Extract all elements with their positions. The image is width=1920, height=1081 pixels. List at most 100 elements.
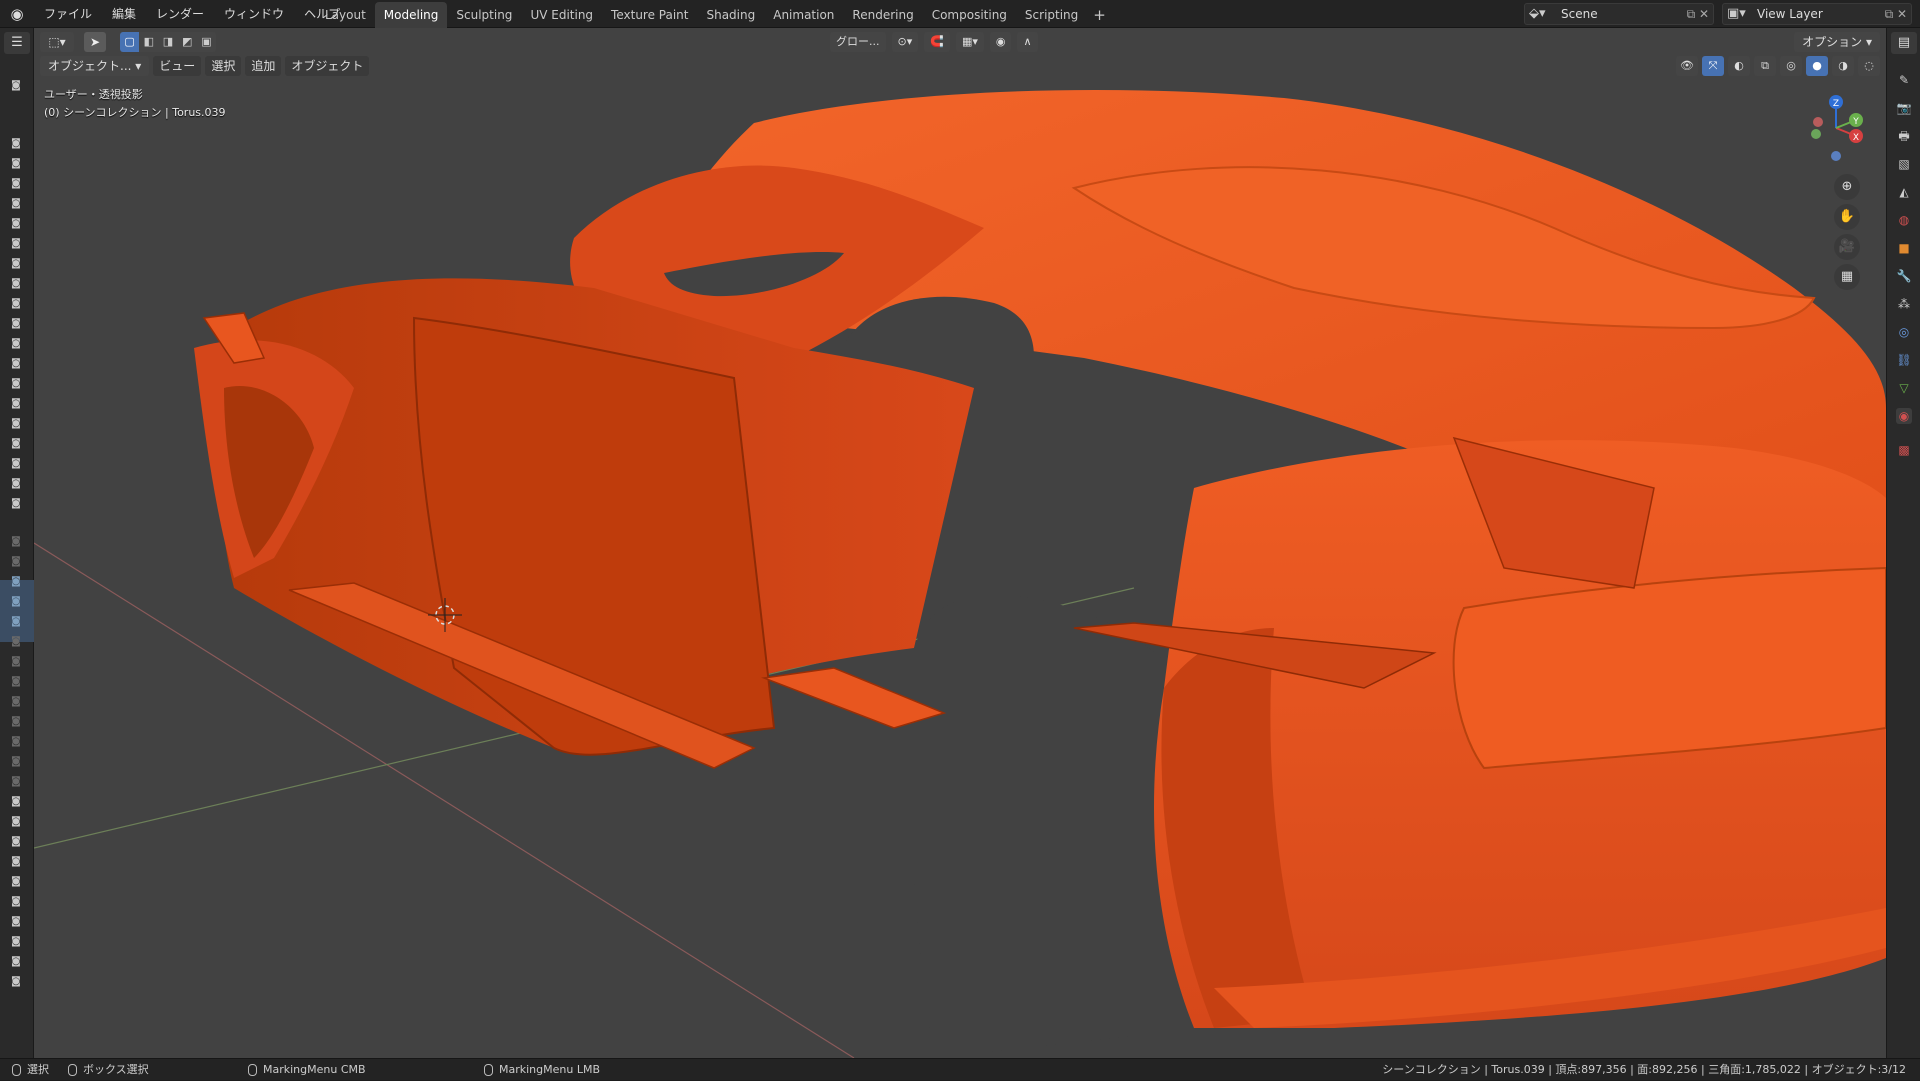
texture-tab-icon[interactable]: ▩ (1896, 442, 1912, 458)
properties-editor-icon[interactable]: ▤ (1891, 32, 1917, 54)
render-toggle-icon[interactable]: ◙ (8, 238, 24, 250)
render-toggle-icon[interactable]: ◙ (8, 676, 24, 688)
render-toggle-icon[interactable]: ◙ (8, 756, 24, 768)
render-toggle-icon[interactable]: ◙ (8, 736, 24, 748)
render-toggle-icon[interactable]: ◙ (8, 776, 24, 788)
render-toggle-icon[interactable]: ◙ (8, 218, 24, 230)
mode-dropdown[interactable]: オブジェクト... ▾ (40, 56, 150, 76)
render-toggle-icon[interactable]: ◙ (8, 936, 24, 948)
render-toggle-icon[interactable]: ◙ (8, 556, 24, 568)
render-toggle-icon[interactable]: ◙ (8, 716, 24, 728)
ortho-grid-icon[interactable]: ▦ (1834, 264, 1860, 290)
world-tab-icon[interactable]: ◍ (1896, 212, 1912, 228)
render-toggle-icon[interactable]: ◙ (8, 458, 24, 470)
particles-tab-icon[interactable]: ⁂ (1896, 296, 1912, 312)
select-subtract-icon[interactable]: ◨ (158, 32, 177, 52)
render-toggle-icon[interactable]: ◙ (8, 358, 24, 370)
render-toggle-icon[interactable]: ◙ (8, 498, 24, 510)
add-workspace-button[interactable]: + (1087, 2, 1112, 28)
menu-file[interactable]: ファイル (34, 0, 102, 28)
pivot-point-icon[interactable]: ⊙▾ (891, 32, 919, 52)
material-shading-icon[interactable]: ◑ (1832, 56, 1854, 76)
render-toggle-icon[interactable]: ◙ (8, 418, 24, 430)
proportional-edit-icon[interactable]: ◉ (989, 32, 1012, 52)
tab-layout[interactable]: Layout (316, 2, 375, 28)
tab-compositing[interactable]: Compositing (923, 2, 1016, 28)
snap-target-icon[interactable]: ▦▾ (955, 32, 984, 52)
physics-tab-icon[interactable]: ◎ (1896, 324, 1912, 340)
render-toggle-icon[interactable]: ◙ (8, 976, 24, 988)
render-toggle-icon[interactable]: ◙ (8, 258, 24, 270)
render-toggle-icon[interactable]: ◙ (8, 576, 24, 588)
options-dropdown[interactable]: オプション ▾ (1794, 32, 1880, 52)
visibility-icon[interactable]: 👁 (1676, 56, 1698, 76)
view-layer-tab-icon[interactable]: ▧ (1896, 156, 1912, 172)
render-toggle-icon[interactable]: ◙ (8, 298, 24, 310)
tab-animation[interactable]: Animation (764, 2, 843, 28)
select-tool-icon[interactable]: ➤ (84, 32, 106, 52)
tab-modeling[interactable]: Modeling (374, 2, 448, 28)
solid-shading-icon[interactable]: ● (1806, 56, 1828, 76)
render-toggle-icon[interactable]: ◙ (8, 636, 24, 648)
editor-type-button[interactable]: ⬚▾ (40, 32, 74, 52)
render-toggle-icon[interactable]: ◙ (8, 278, 24, 290)
menu-edit[interactable]: 編集 (102, 0, 146, 28)
render-tab-icon[interactable]: 📷 (1896, 100, 1912, 116)
menu-object[interactable]: オブジェクト (285, 56, 370, 76)
render-toggle-icon[interactable]: ◙ (8, 158, 24, 170)
menu-view[interactable]: ビュー (153, 56, 202, 76)
xray-toggle-icon[interactable]: ⧉ (1754, 56, 1776, 76)
output-tab-icon[interactable]: 🖶 (1896, 128, 1912, 144)
modifier-tab-icon[interactable]: 🔧 (1896, 268, 1912, 284)
render-toggle-icon[interactable]: ◙ (8, 656, 24, 668)
render-toggle-icon[interactable]: ◙ (8, 696, 24, 708)
tab-scripting[interactable]: Scripting (1016, 2, 1087, 28)
object-tab-icon[interactable]: ■ (1896, 240, 1912, 256)
snap-toggle-icon[interactable]: 🧲 (924, 32, 950, 52)
render-toggle-icon[interactable]: ◙ (8, 318, 24, 330)
gizmo-neg-x[interactable] (1813, 117, 1823, 127)
select-new-icon[interactable]: ▢ (120, 32, 140, 52)
pan-hand-icon[interactable]: ✋ (1834, 204, 1860, 230)
render-toggle-icon[interactable]: ◙ (8, 536, 24, 548)
render-toggle-icon[interactable]: ◙ (8, 338, 24, 350)
tab-shading[interactable]: Shading (697, 2, 764, 28)
overlay-toggle-icon[interactable]: ◐ (1728, 56, 1750, 76)
menu-select[interactable]: 選択 (205, 56, 242, 76)
render-toggle-icon[interactable]: ◙ (8, 816, 24, 828)
3d-viewport[interactable]: ⬚▾ ➤ ▢ ◧ ◨ ◩ ▣ グロー... ⊙▾ 🧲 ▦▾ ◉ ∧ オプション … (34, 28, 1886, 1058)
rendered-shading-icon[interactable]: ◌ (1858, 56, 1880, 76)
view-layer-selector[interactable]: ▣▾ View Layer ⧉ ✕ (1722, 3, 1912, 25)
render-toggle-icon[interactable]: ◙ (8, 80, 24, 92)
scene-tab-icon[interactable]: ◭ (1896, 184, 1912, 200)
tab-sculpting[interactable]: Sculpting (447, 2, 521, 28)
render-toggle-icon[interactable]: ◙ (8, 836, 24, 848)
select-invert-icon[interactable]: ◩ (178, 32, 197, 52)
render-toggle-icon[interactable]: ◙ (8, 178, 24, 190)
transform-orientation-dropdown[interactable]: グロー... (830, 32, 886, 52)
menu-render[interactable]: レンダー (146, 0, 214, 28)
tool-tab-icon[interactable]: ✎ (1896, 72, 1912, 88)
render-toggle-icon[interactable]: ◙ (8, 876, 24, 888)
menu-add[interactable]: 追加 (245, 56, 282, 76)
constraints-tab-icon[interactable]: ⛓ (1896, 352, 1912, 368)
tab-uv-editing[interactable]: UV Editing (521, 2, 602, 28)
view-layer-buttons[interactable]: ⧉ ✕ (1885, 4, 1907, 24)
tab-rendering[interactable]: Rendering (843, 2, 922, 28)
gizmo-toggle-icon[interactable]: ⤧ (1702, 56, 1724, 76)
car-model-scene[interactable] (34, 28, 1886, 1058)
render-toggle-icon[interactable]: ◙ (8, 856, 24, 868)
select-intersect-icon[interactable]: ▣ (197, 32, 216, 52)
render-toggle-icon[interactable]: ◙ (8, 616, 24, 628)
scene-selector[interactable]: ⬙▾ Scene ⧉ ✕ (1524, 3, 1714, 25)
scene-buttons[interactable]: ⧉ ✕ (1687, 4, 1709, 24)
material-tab-icon[interactable]: ◉ (1896, 408, 1912, 424)
data-tab-icon[interactable]: ▽ (1896, 380, 1912, 396)
wireframe-shading-icon[interactable]: ◎ (1780, 56, 1802, 76)
select-extend-icon[interactable]: ◧ (139, 32, 158, 52)
render-toggle-icon[interactable]: ◙ (8, 378, 24, 390)
render-toggle-icon[interactable]: ◙ (8, 596, 24, 608)
render-toggle-icon[interactable]: ◙ (8, 398, 24, 410)
blender-logo-icon[interactable]: ◉ (8, 5, 26, 23)
menu-window[interactable]: ウィンドウ (214, 0, 294, 28)
